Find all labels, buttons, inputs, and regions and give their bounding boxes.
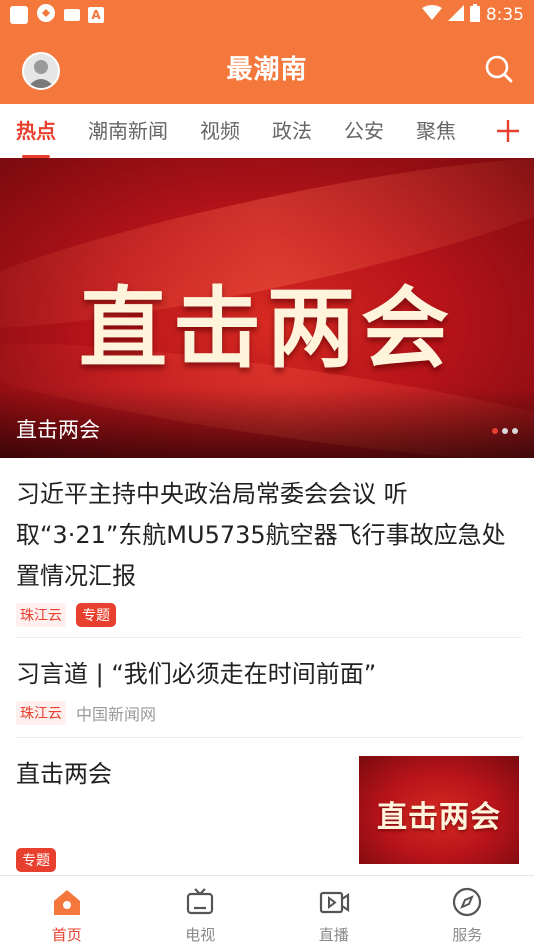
news-item[interactable]: 习言道 | “我们必须走在时间前面” 珠江云 中国新闻网 (16, 654, 522, 738)
notification-icons: A (10, 3, 104, 28)
news-title: 习言道 | “我们必须走在时间前面” (16, 660, 377, 688)
origin-label: 中国新闻网 (76, 705, 157, 724)
banner-carousel[interactable]: 直击两会 直击两会 (0, 158, 534, 458)
sync-icon (36, 3, 56, 28)
tab-focus[interactable]: 聚焦 (400, 104, 472, 158)
source-tag: 珠江云 (16, 603, 66, 627)
compass-icon (453, 887, 482, 917)
mail-icon (64, 9, 80, 21)
avatar[interactable] (22, 52, 60, 90)
wifi-icon (421, 4, 442, 26)
news-title: 习近平主持中央政治局常委会会议 听取“3·21”东航MU5735航空器飞行事故应… (16, 480, 506, 590)
nav-live[interactable]: 直播 (267, 876, 401, 950)
search-icon (485, 55, 513, 83)
nav-tv[interactable]: 电视 (134, 876, 268, 950)
plus-icon (497, 120, 519, 142)
banner-caption: 直击两会 (16, 418, 100, 442)
tab-police[interactable]: 公安 (328, 104, 400, 158)
thumbnail-text: 直击两会 (377, 800, 501, 835)
carousel-dot-active (492, 428, 498, 434)
live-icon (319, 891, 349, 914)
nav-home[interactable]: 首页 (0, 876, 134, 950)
nav-label: 首页 (51, 926, 82, 944)
nav-label: 直播 (318, 926, 349, 944)
battery-icon (469, 3, 480, 27)
signal-icon (447, 4, 464, 26)
app-notification-icon (10, 6, 28, 24)
nav-label: 电视 (185, 926, 216, 944)
status-bar: A 8:35 (0, 0, 534, 30)
clock: 8:35 (485, 5, 524, 25)
a-icon: A (88, 7, 104, 23)
special-badge: 专题 (76, 603, 116, 627)
special-badge: 专题 (16, 848, 56, 872)
news-item[interactable]: 习近平主持中央政治局常委会会议 听取“3·21”东航MU5735航空器飞行事故应… (16, 474, 522, 638)
source-tag: 珠江云 (16, 701, 66, 725)
nav-service[interactable]: 服务 (401, 876, 534, 950)
search-button[interactable] (484, 54, 514, 84)
news-thumbnail[interactable]: 直击两会 (359, 756, 519, 864)
tab-politics-law[interactable]: 政法 (256, 104, 328, 158)
banner-headline: 直击两会 (78, 277, 455, 380)
app-header: 最潮南 (0, 30, 534, 104)
nav-label: 服务 (452, 926, 483, 944)
carousel-dot (502, 428, 508, 434)
home-icon (53, 890, 80, 915)
app-title: 最潮南 (226, 54, 308, 85)
user-icon (24, 54, 58, 88)
tv-icon (187, 888, 214, 915)
carousel-indicator (492, 428, 518, 434)
tab-chaonan-news[interactable]: 潮南新闻 (72, 104, 184, 158)
tab-hot[interactable]: 热点 (0, 104, 72, 158)
channel-tabs: 热点 潮南新闻 视频 政法 公安 聚焦 (0, 104, 534, 158)
add-channel-button[interactable] (496, 116, 520, 146)
carousel-dot (512, 428, 518, 434)
tab-video[interactable]: 视频 (184, 104, 256, 158)
bottom-nav: 首页 电视 直播 服务 (0, 875, 534, 950)
